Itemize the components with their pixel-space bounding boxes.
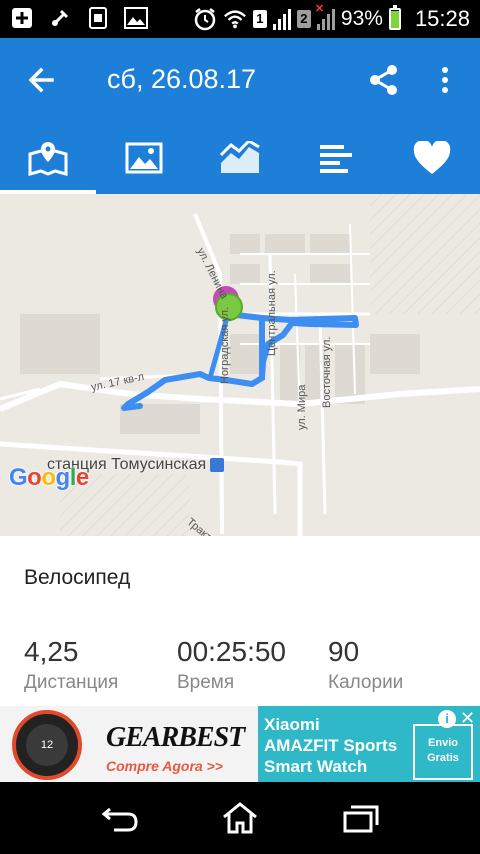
bus-stop-icon <box>210 457 225 472</box>
wifi-icon <box>223 7 247 31</box>
stat-label: Время <box>177 672 235 693</box>
ad-product-text: Xiaomi AMAZFIT Sports Smart Watch <box>264 715 398 776</box>
gallery-icon <box>124 6 148 30</box>
back-arrow-icon[interactable] <box>24 62 60 98</box>
ad-image: 12 GEARBEST Compre Agora >> <box>0 706 258 782</box>
image-icon <box>125 142 163 174</box>
sim1-badge: 1 <box>252 10 267 28</box>
usb-debug-icon <box>48 6 72 30</box>
stat-value: 90 <box>328 636 360 667</box>
ad-brand: GEARBEST <box>106 722 245 753</box>
ad-close-icon[interactable]: ✕ <box>460 708 475 729</box>
alarm-icon <box>193 7 217 31</box>
stat-value: 00:25:50 <box>177 636 286 667</box>
tab-map[interactable] <box>0 122 96 194</box>
signal-sim1-icon <box>272 8 291 30</box>
battery-percent: 93% <box>340 7 383 30</box>
system-nav-bar <box>0 782 480 854</box>
app-bar: сб, 26.08.17 <box>0 38 480 122</box>
share-icon[interactable] <box>366 62 402 98</box>
stat-label: Дистанция <box>24 672 119 693</box>
street-label: Восточная ул. <box>321 336 333 408</box>
bars-icon <box>320 145 352 173</box>
street-label: Центральная ул. <box>266 270 278 356</box>
status-bar: 1 2 ✕ 93% 15:28 <box>0 0 480 38</box>
street-label: Ноградская ул. <box>219 306 231 384</box>
battery-icon <box>388 5 401 30</box>
recents-nav-icon[interactable] <box>338 798 382 838</box>
page-title: сб, 26.08.17 <box>107 64 257 94</box>
tab-photos[interactable] <box>96 122 192 194</box>
tab-bar <box>0 122 480 194</box>
signal-sim2-icon: ✕ <box>315 3 335 30</box>
stat-time: 00:25:50 Время <box>177 636 286 694</box>
tab-heart-rate[interactable] <box>384 122 480 194</box>
street-label: ул. Мира <box>296 384 308 430</box>
activity-type: Велосипед <box>24 566 131 589</box>
stat-distance: 4,25 Дистанция <box>24 636 118 694</box>
ad-shipping-badge: Envio Gratis <box>413 724 473 780</box>
tab-splits[interactable] <box>288 122 384 194</box>
activity-details: Велосипед 4,25 Дистанция 00:25:50 Время … <box>0 536 480 706</box>
ad-tagline: Compre Agora >> <box>106 758 223 774</box>
add-box-icon <box>10 6 34 30</box>
route-map[interactable]: ул. Ленина Центральная ул. Ноградская ул… <box>0 194 480 536</box>
ad-banner[interactable]: 12 GEARBEST Compre Agora >> Xiaomi AMAZF… <box>0 706 480 782</box>
stat-calories: 90 Калории <box>328 636 403 694</box>
sim-manager-icon <box>86 6 110 30</box>
tab-charts[interactable] <box>192 122 288 194</box>
stat-value: 4,25 <box>24 636 79 667</box>
stat-label: Калории <box>328 672 404 693</box>
ad-info-icon[interactable]: i <box>438 710 456 728</box>
more-options-icon[interactable] <box>430 62 460 98</box>
home-nav-icon[interactable] <box>218 798 262 838</box>
heart-icon <box>413 141 451 174</box>
google-logo: Google <box>9 464 89 491</box>
chart-icon <box>219 141 260 173</box>
back-nav-icon[interactable] <box>98 798 142 838</box>
watch-image: 12 <box>12 710 82 780</box>
sim2-badge: 2 <box>296 10 311 28</box>
clock: 15:28 <box>414 6 470 31</box>
map-icon <box>28 142 68 176</box>
